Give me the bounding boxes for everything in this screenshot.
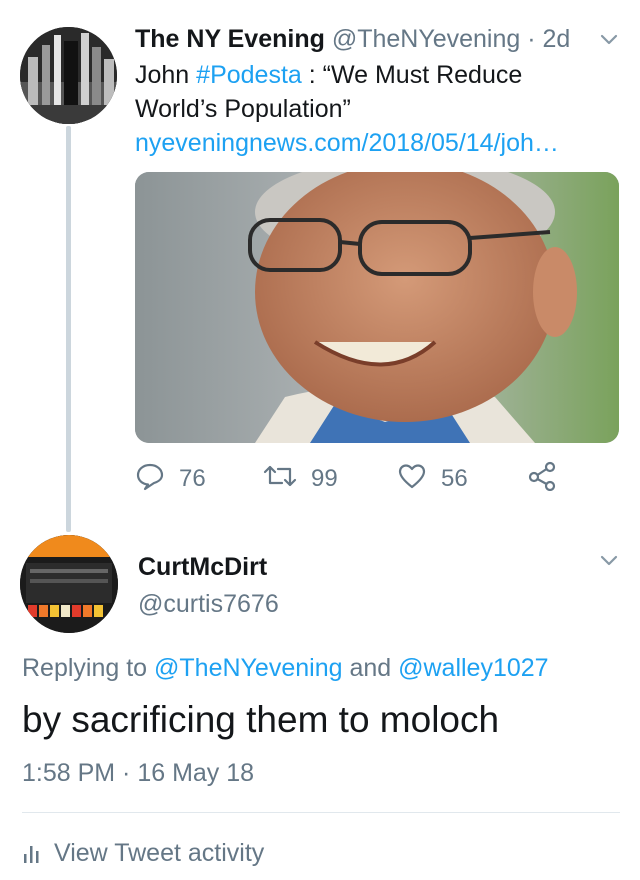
view-tweet-activity-label: View Tweet activity [54,839,265,867]
view-tweet-activity-button[interactable]: View Tweet activity [22,836,264,870]
like-count: 56 [441,465,468,492]
divider [22,812,620,813]
tweet2-text: by sacrificing them to moloch [22,699,500,740]
chevron-down-icon[interactable] [598,549,620,576]
mention-link-walley1027[interactable]: @walley1027 [398,654,548,682]
share-icon [527,461,557,498]
tweet2-date: 16 May 18 [137,759,255,787]
like-icon [397,461,427,498]
chevron-down-icon[interactable] [598,28,620,55]
avatar-curtmcdirt[interactable] [20,535,118,633]
like-button[interactable]: 56 [397,462,468,496]
tweet2-handle[interactable]: @curtis7676 [138,589,279,619]
tweet1-header: The NY Evening @TheNYevening · 2d [135,24,570,54]
thread-line [66,126,71,532]
mention-link-thenyevening[interactable]: @TheNYevening [154,654,342,682]
retweet-icon [263,461,297,498]
retweet-count: 99 [311,465,338,492]
replying-to-line: Replying to @TheNYevening and @walley102… [22,652,549,684]
tweet1-separator: · [527,25,536,53]
replying-and: and [342,654,399,682]
tweet1-media-image[interactable] [135,172,619,443]
share-button[interactable] [527,461,557,498]
tweet1-handle[interactable]: @TheNYevening [332,25,520,53]
reply-icon [135,461,165,498]
tweet2-display-name[interactable]: CurtMcDirt [138,552,267,582]
tweet2-time: 1:58 PM [22,759,116,787]
tweet1-display-name[interactable]: The NY Evening [135,25,325,53]
activity-icon [22,842,42,864]
tweet2-timestamp: 1:58 PM · 16 May 18 [22,757,254,789]
avatar-ny-evening[interactable] [20,27,117,124]
replying-prefix: Replying to [22,654,155,682]
hashtag-link[interactable]: #Podesta [196,61,302,89]
timestamp-separator: · [115,759,138,787]
tweet1-url-link[interactable]: nyeveningnews.com/2018/05/14/joh… [135,126,559,160]
reply-count: 76 [179,465,206,492]
tweet1-age[interactable]: 2d [543,25,571,53]
retweet-button[interactable]: 99 [263,462,338,496]
tweet1-text-before: John [135,61,197,89]
tweet1-text: John #Podesta : “We Must Reduce World’s … [135,58,605,126]
reply-button[interactable]: 76 [135,462,206,496]
